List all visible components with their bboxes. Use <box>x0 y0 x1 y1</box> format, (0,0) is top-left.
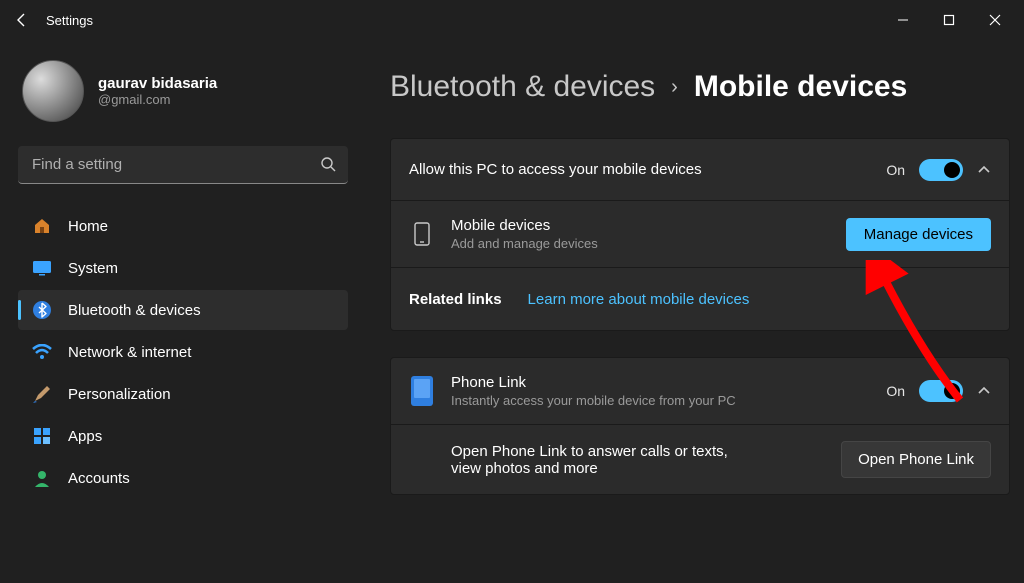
row-title: Phone Link <box>451 374 870 391</box>
titlebar: Settings <box>0 0 1024 40</box>
row-title: Mobile devices <box>451 217 830 234</box>
phone-link-row[interactable]: Phone Link Instantly access your mobile … <box>391 358 1009 425</box>
sidebar-item-label: Apps <box>68 428 102 445</box>
sidebar-item-bluetooth[interactable]: Bluetooth & devices <box>18 290 348 330</box>
toggle-status: On <box>886 383 905 399</box>
user-email: @gmail.com <box>98 92 217 107</box>
row-title: Open Phone Link to answer calls or texts… <box>451 443 751 477</box>
close-button[interactable] <box>972 4 1018 36</box>
main-content: Bluetooth & devices › Mobile devices All… <box>360 40 1024 583</box>
maximize-button[interactable] <box>926 4 972 36</box>
sidebar-item-network[interactable]: Network & internet <box>18 332 348 372</box>
allow-access-row[interactable]: Allow this PC to access your mobile devi… <box>391 139 1009 201</box>
sidebar-item-label: System <box>68 260 118 277</box>
allow-access-toggle[interactable] <box>919 159 963 181</box>
breadcrumb-parent[interactable]: Bluetooth & devices <box>390 70 655 104</box>
sidebar-item-home[interactable]: Home <box>18 206 348 246</box>
sidebar-item-personalization[interactable]: Personalization <box>18 374 348 414</box>
sidebar-item-label: Accounts <box>68 470 130 487</box>
related-links-label: Related links <box>409 291 502 308</box>
page-title: Mobile devices <box>694 70 907 104</box>
wifi-icon <box>32 342 52 362</box>
toggle-status: On <box>886 162 905 178</box>
phone-link-toggle[interactable] <box>919 380 963 402</box>
home-icon <box>32 216 52 236</box>
row-title: Allow this PC to access your mobile devi… <box>409 161 870 178</box>
phone-link-icon <box>409 376 435 406</box>
sidebar-item-label: Personalization <box>68 386 171 403</box>
chevron-up-icon[interactable] <box>977 384 991 398</box>
sidebar-item-label: Home <box>68 218 108 235</box>
phone-link-card: Phone Link Instantly access your mobile … <box>390 357 1010 495</box>
open-phone-link-row: Open Phone Link to answer calls or texts… <box>391 425 1009 494</box>
minimize-button[interactable] <box>880 4 926 36</box>
back-button[interactable] <box>6 4 38 36</box>
sidebar-item-label: Network & internet <box>68 344 191 361</box>
search-input[interactable] <box>18 146 348 184</box>
window-controls <box>880 4 1018 36</box>
learn-more-link[interactable]: Learn more about mobile devices <box>528 291 750 308</box>
user-card[interactable]: gaurav bidasaria @gmail.com <box>18 60 348 122</box>
chevron-right-icon: › <box>671 76 678 99</box>
open-phone-link-button[interactable]: Open Phone Link <box>841 441 991 478</box>
nav: Home System Bluetooth & devices Network … <box>18 206 348 498</box>
mobile-devices-card: Allow this PC to access your mobile devi… <box>390 138 1010 331</box>
bluetooth-icon <box>32 300 52 320</box>
chevron-up-icon[interactable] <box>977 163 991 177</box>
user-name: gaurav bidasaria <box>98 75 217 92</box>
brush-icon <box>32 384 52 404</box>
sidebar-item-system[interactable]: System <box>18 248 348 288</box>
row-subtitle: Instantly access your mobile device from… <box>451 393 870 408</box>
system-icon <box>32 258 52 278</box>
window-title: Settings <box>46 13 880 28</box>
search-wrap <box>18 146 348 184</box>
sidebar-item-label: Bluetooth & devices <box>68 302 201 319</box>
person-icon <box>32 468 52 488</box>
mobile-icon <box>409 222 435 246</box>
sidebar-item-apps[interactable]: Apps <box>18 416 348 456</box>
row-subtitle: Add and manage devices <box>451 236 830 251</box>
manage-devices-button[interactable]: Manage devices <box>846 218 991 251</box>
apps-icon <box>32 426 52 446</box>
breadcrumb: Bluetooth & devices › Mobile devices <box>390 70 1010 104</box>
related-links-row: Related links Learn more about mobile de… <box>391 268 1009 330</box>
avatar <box>22 60 84 122</box>
sidebar-item-accounts[interactable]: Accounts <box>18 458 348 498</box>
search-icon <box>320 156 336 172</box>
mobile-devices-row: Mobile devices Add and manage devices Ma… <box>391 201 1009 268</box>
sidebar: gaurav bidasaria @gmail.com Home System … <box>0 40 360 583</box>
